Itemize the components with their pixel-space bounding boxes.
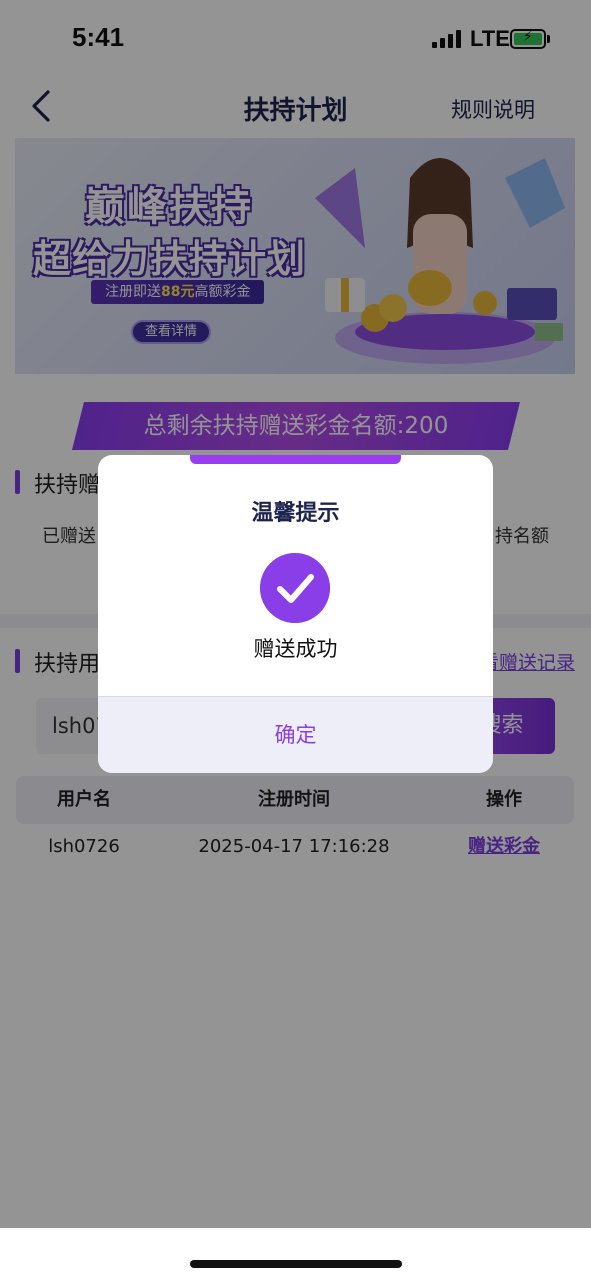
dialog-title: 温馨提示 xyxy=(251,501,340,526)
confirm-button[interactable]: 确定 xyxy=(98,697,493,773)
success-dialog: 温馨提示 赠送成功 确定 xyxy=(98,455,493,773)
dialog-message: 赠送成功 xyxy=(253,637,338,661)
dialog-accent-bar xyxy=(190,455,401,464)
home-indicator-area xyxy=(0,1228,591,1280)
checkmark-icon xyxy=(260,553,330,623)
home-indicator[interactable] xyxy=(190,1260,402,1268)
